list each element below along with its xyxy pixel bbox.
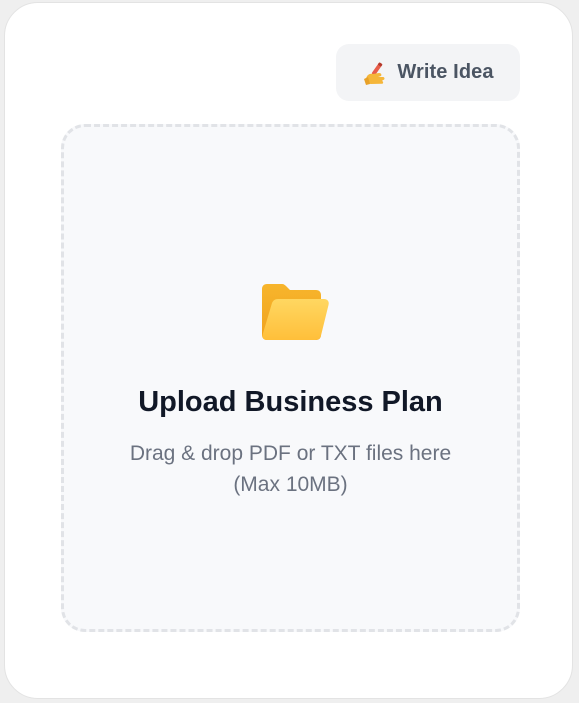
upload-description-line1: Drag & drop PDF or TXT files here bbox=[129, 442, 452, 465]
write-idea-button[interactable]: Write Idea bbox=[336, 44, 520, 101]
upload-description-line2: (Max 10MB) bbox=[233, 473, 348, 496]
folder-icon bbox=[262, 284, 329, 340]
upload-title: Upload Business Plan bbox=[138, 386, 443, 418]
writing-hand-icon bbox=[364, 62, 385, 85]
upload-card: Write Idea Upload Business Plan Drag & d… bbox=[4, 2, 573, 699]
write-idea-label: Write Idea bbox=[397, 61, 494, 83]
upload-dropzone[interactable]: Upload Business Plan Drag & drop PDF or … bbox=[61, 124, 520, 632]
upload-description: Drag & drop PDF or TXT files here (Max 1… bbox=[94, 438, 487, 500]
